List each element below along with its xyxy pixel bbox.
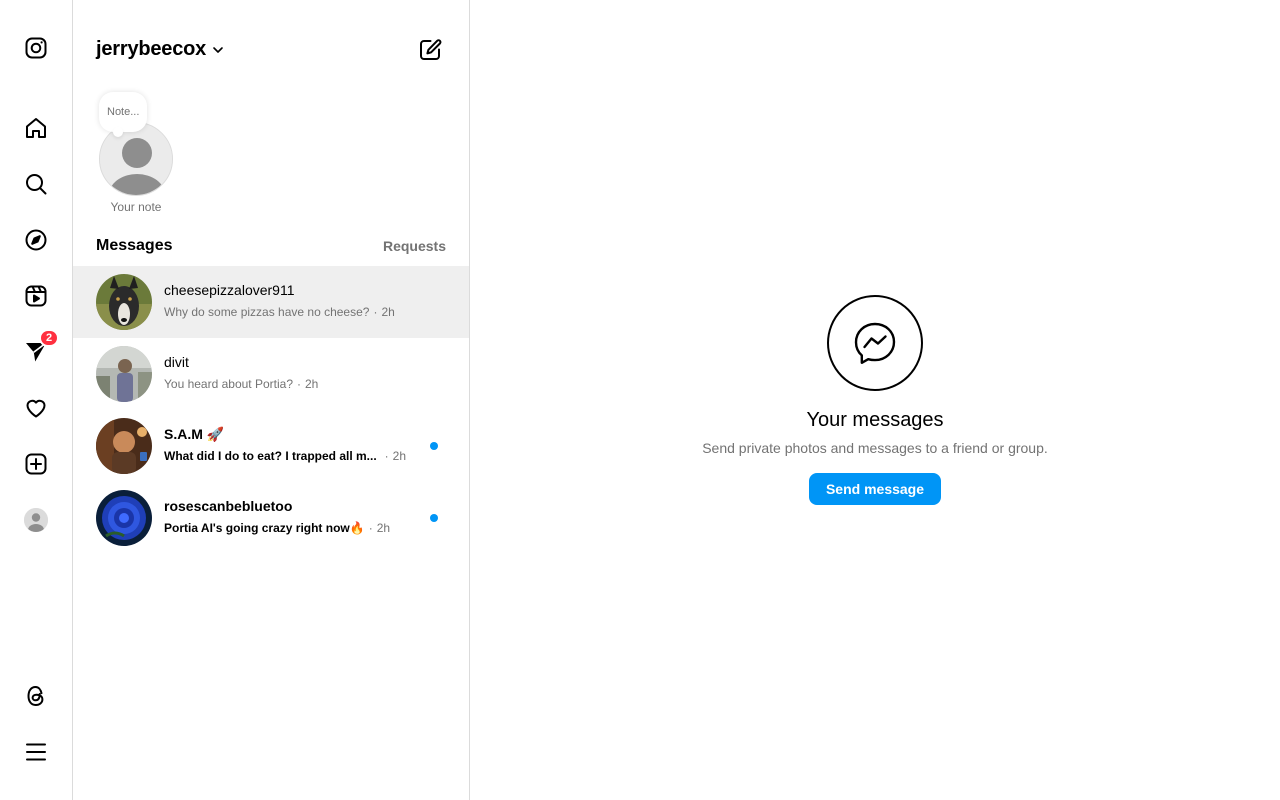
- time-separator: ·: [368, 521, 373, 535]
- conversation-empty-state: Your messages Send private photos and me…: [470, 0, 1280, 800]
- time-separator: ·: [297, 377, 301, 391]
- menu-icon[interactable]: [12, 728, 60, 776]
- preview-text: You heard about Portia?: [164, 377, 293, 391]
- note-avatar[interactable]: [99, 122, 173, 196]
- heart-icon[interactable]: [12, 384, 60, 432]
- send-message-button[interactable]: Send message: [809, 473, 941, 505]
- thread-preview: You heard about Portia? · 2h: [164, 377, 318, 391]
- preview-text: Why do some pizzas have no cheese?: [164, 305, 370, 319]
- unread-indicator: [430, 514, 438, 522]
- thread-preview: Portia AI's going crazy right now🔥 · 2h: [164, 521, 390, 535]
- thread-time: 2h: [381, 305, 395, 319]
- notification-badge: 2: [39, 329, 60, 347]
- thread-list: cheesepizzalover911 Why do some pizzas h…: [73, 266, 469, 554]
- thread-avatar: [96, 346, 152, 402]
- messages-section-header: Messages Requests: [96, 237, 446, 257]
- explore-icon[interactable]: [12, 216, 60, 264]
- thread-preview: What did I do to eat? I trapped all m...…: [164, 449, 406, 463]
- home-icon[interactable]: [12, 104, 60, 152]
- thread-name: cheesepizzalover911: [164, 282, 295, 298]
- thread-item[interactable]: S.A.M 🚀 What did I do to eat? I trapped …: [73, 410, 469, 482]
- time-separator: ·: [373, 305, 378, 319]
- note-label: Your note: [110, 200, 162, 214]
- thread-name: S.A.M 🚀: [164, 426, 225, 442]
- reels-icon[interactable]: [12, 272, 60, 320]
- requests-link[interactable]: Requests: [383, 238, 446, 254]
- thread-item[interactable]: cheesepizzalover911 Why do some pizzas h…: [73, 266, 469, 338]
- thread-avatar: [96, 418, 152, 474]
- thread-avatar: [96, 274, 152, 330]
- unread-indicator: [430, 442, 438, 450]
- thread-time: 2h: [305, 377, 319, 391]
- left-navigation-rail: 2: [0, 0, 73, 800]
- thread-avatar: [96, 490, 152, 546]
- account-name: jerrybeecox: [96, 38, 207, 60]
- compose-icon: [420, 39, 442, 60]
- thread-name: divit: [164, 354, 189, 370]
- thread-time: 2h: [392, 449, 407, 463]
- messenger-icon: [827, 295, 923, 391]
- thread-time: 2h: [376, 521, 391, 535]
- thread-item[interactable]: divit You heard about Portia? · 2h: [73, 338, 469, 410]
- thread-name: rosescanbebluetoo: [164, 498, 293, 514]
- messages-heading: Messages: [96, 237, 173, 254]
- new-message-button[interactable]: [414, 34, 446, 66]
- inbox-panel: jerrybeecox Note... Your note Messages R…: [73, 0, 470, 800]
- empty-state-title: Your messages: [806, 409, 944, 431]
- create-icon[interactable]: [12, 440, 60, 488]
- preview-text: Portia AI's going crazy right now🔥: [164, 521, 365, 535]
- account-switcher[interactable]: jerrybeecox: [96, 38, 224, 61]
- time-separator: ·: [384, 449, 389, 463]
- inbox-header: jerrybeecox: [96, 34, 446, 66]
- thread-item[interactable]: rosescanbebluetoo Portia AI's going craz…: [73, 482, 469, 554]
- search-icon[interactable]: [12, 160, 60, 208]
- note-bubble[interactable]: Note...: [99, 92, 148, 137]
- threads-icon[interactable]: [12, 672, 60, 720]
- messenger-icon[interactable]: 2: [12, 328, 60, 376]
- your-note[interactable]: Note... Your note: [96, 92, 176, 217]
- preview-text: What did I do to eat? I trapped all m...: [164, 449, 377, 463]
- profile-avatar[interactable]: [12, 496, 60, 544]
- thread-preview: Why do some pizzas have no cheese? · 2h: [164, 305, 395, 319]
- instagram-logo-icon[interactable]: [12, 24, 60, 72]
- chevron-down-icon: [213, 46, 223, 53]
- empty-state-subtitle: Send private photos and messages to a fr…: [702, 440, 1048, 456]
